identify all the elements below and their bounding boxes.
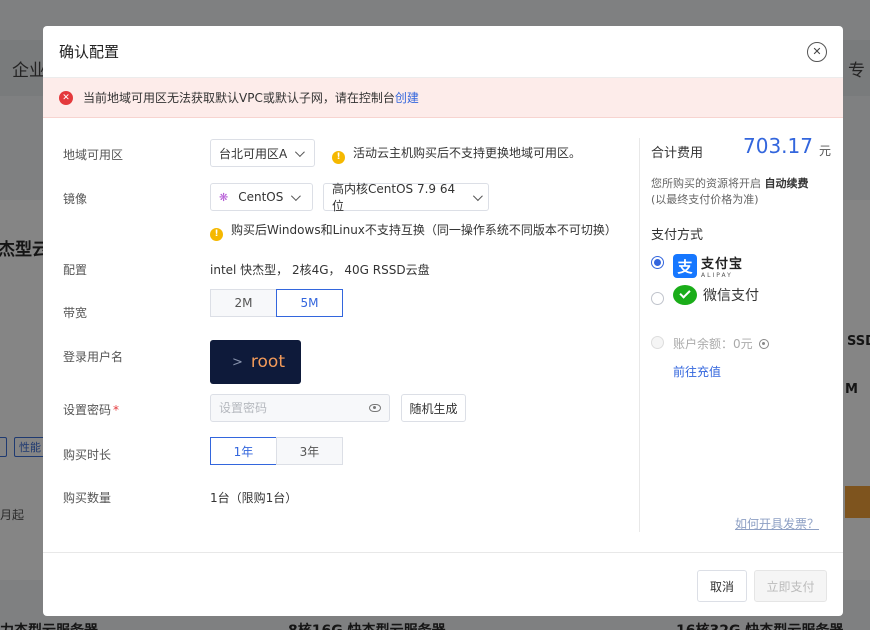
chevron-down-icon	[473, 190, 483, 201]
duration-label: 购买时长	[63, 448, 112, 462]
config-form: 地域可用区 台北可用区A ! 活动云主机购买后不支持更换地域可用区。 镜像 ❋ C…	[43, 118, 639, 552]
recharge-link[interactable]: 前往充值	[673, 363, 721, 380]
modal-body: 地域可用区 台北可用区A ! 活动云主机购买后不支持更换地域可用区。 镜像 ❋ C…	[43, 118, 843, 552]
modal-title: 确认配置	[59, 43, 120, 61]
prompt-caret: >	[232, 354, 243, 370]
config-label: 配置	[63, 263, 88, 277]
password-input[interactable]	[219, 401, 369, 415]
region-note-text: 活动云主机购买后不支持更换地域可用区。	[353, 146, 582, 160]
os-select[interactable]: ❋ CentOS	[210, 183, 313, 211]
duration-option-1year[interactable]: 1年	[210, 437, 277, 465]
required-mark: *	[113, 403, 120, 417]
bandwidth-selector: 2M 5M	[210, 289, 343, 317]
error-alert: ✕ 当前地域可用区无法获取默认VPC或默认子网，请在控制台创建	[43, 78, 843, 118]
alipay-option[interactable]: 支 支付宝 ALIPAY	[673, 253, 743, 279]
warning-icon: !	[210, 227, 223, 241]
error-icon: ✕	[59, 90, 73, 105]
duration-option-3year[interactable]: 3年	[276, 437, 343, 465]
close-icon[interactable]: ✕	[807, 41, 827, 62]
order-summary: 合计费用 703.17 元 您所购买的资源将开启 自动续费 (以最终支付价格为准…	[651, 118, 831, 552]
renew-note: (以最终支付价格为准)	[651, 193, 759, 206]
config-value: intel 快杰型， 2核4G， 40G RSSD云盘	[210, 263, 430, 277]
account-balance: 账户余额：0元	[673, 335, 769, 352]
duration-selector: 1年 3年	[210, 437, 343, 465]
alert-message: 当前地域可用区无法获取默认VPC或默认子网，请在控制台	[83, 91, 395, 105]
eye-icon[interactable]	[369, 404, 381, 412]
warning-icon: !	[332, 150, 345, 164]
cancel-button[interactable]: 取消	[697, 570, 747, 602]
coin-icon	[758, 338, 769, 349]
auto-renew-note: 您所购买的资源将开启 自动续费 (以最终支付价格为准)	[651, 176, 831, 208]
renew-bold: 自动续费	[764, 177, 809, 190]
bandwidth-option-2m[interactable]: 2M	[210, 289, 277, 317]
alipay-label: 支付宝 ALIPAY	[701, 253, 743, 279]
wechat-label: 微信支付	[703, 288, 759, 304]
os-version-select[interactable]: 高内核CentOS 7.9 64位	[323, 182, 489, 213]
invoice-link[interactable]: 如何开具发票？	[735, 515, 819, 532]
region-value: 台北可用区A	[219, 146, 288, 161]
modal-header: 确认配置 ✕	[43, 26, 843, 78]
password-field[interactable]	[210, 394, 390, 422]
alipay-en: ALIPAY	[701, 272, 733, 279]
pay-now-button[interactable]: 立即支付	[754, 570, 827, 602]
wechat-icon	[673, 285, 697, 305]
login-username-box: > root	[210, 340, 301, 384]
region-note: ! 活动云主机购买后不支持更换地域可用区。	[332, 144, 581, 164]
image-label: 镜像	[63, 192, 88, 206]
alert-text: 当前地域可用区无法获取默认VPC或默认子网，请在控制台创建	[83, 89, 419, 106]
os-version-value: 高内核CentOS 7.9 64位	[332, 182, 456, 213]
total-label: 合计费用	[651, 146, 704, 161]
password-label-text: 设置密码	[63, 403, 112, 417]
create-link[interactable]: 创建	[395, 91, 419, 105]
total-price: 703.17	[743, 134, 813, 158]
alipay-cn: 支付宝	[701, 257, 744, 272]
confirm-config-modal: 确认配置 ✕ ✕ 当前地域可用区无法获取默认VPC或默认子网，请在控制台创建 地…	[43, 26, 843, 616]
login-username: root	[250, 352, 285, 372]
balance-radio[interactable]	[651, 336, 664, 349]
renew-text: 您所购买的资源将开启	[651, 177, 761, 190]
region-label: 地域可用区	[63, 148, 124, 162]
os-value: CentOS	[238, 190, 284, 204]
wechat-radio[interactable]	[651, 292, 664, 305]
quantity-label: 购买数量	[63, 491, 112, 505]
modal-footer: 取消 立即支付	[43, 552, 843, 616]
image-note: ! 购买后Windows和Linux不支持互换（同一操作系统不同版本不可切换）	[210, 221, 617, 241]
login-label: 登录用户名	[63, 350, 124, 364]
alipay-radio[interactable]	[651, 256, 664, 269]
password-label: 设置密码 *	[63, 401, 119, 418]
image-note-text: 购买后Windows和Linux不支持互换（同一操作系统不同版本不可切换）	[231, 223, 617, 237]
quantity-value: 1台（限购1台）	[210, 491, 298, 505]
alipay-icon: 支	[673, 254, 697, 278]
chevron-down-icon	[295, 146, 306, 157]
price-unit: 元	[819, 144, 832, 158]
random-generate-button[interactable]: 随机生成	[401, 394, 466, 422]
payment-method-title: 支付方式	[651, 228, 704, 243]
centos-icon: ❋	[219, 190, 229, 204]
region-select[interactable]: 台北可用区A	[210, 139, 315, 167]
chevron-down-icon	[291, 190, 302, 201]
bandwidth-option-5m[interactable]: 5M	[276, 289, 343, 317]
balance-text: 账户余额：0元	[673, 337, 753, 351]
column-divider	[639, 138, 640, 532]
bandwidth-label: 带宽	[63, 306, 88, 320]
wechat-option[interactable]: 微信支付	[673, 285, 759, 305]
